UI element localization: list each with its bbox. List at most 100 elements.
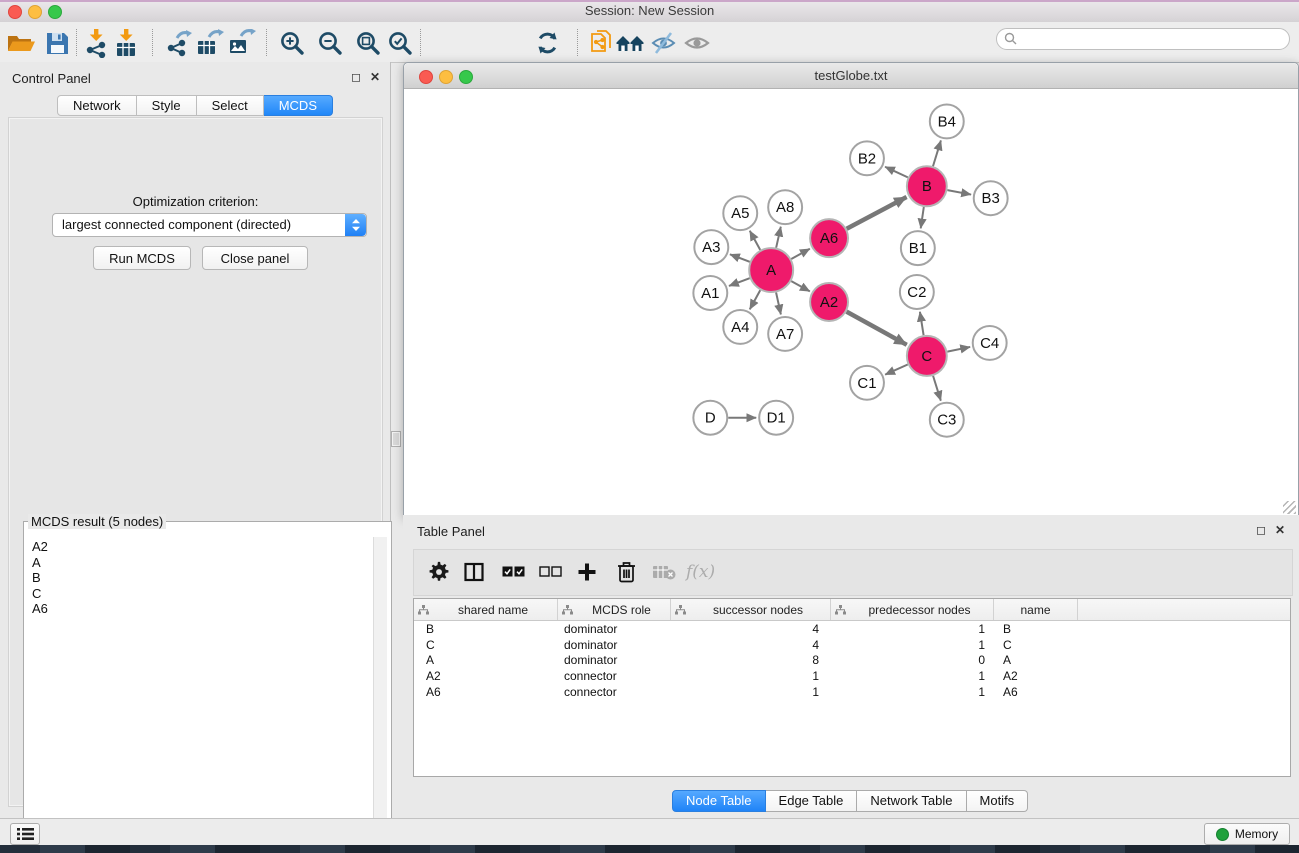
gear-icon[interactable]	[428, 559, 450, 585]
table-row[interactable]: Bdominator41B	[414, 621, 1290, 637]
node-A7[interactable]: A7	[768, 317, 802, 351]
node-A5[interactable]: A5	[723, 196, 757, 230]
edge-A-A1[interactable]	[729, 278, 750, 286]
delete-column-icon[interactable]	[617, 559, 636, 585]
mcds-result-item[interactable]: C	[32, 586, 374, 602]
first-neighbors-icon[interactable]	[616, 28, 644, 58]
node-B2[interactable]: B2	[850, 141, 884, 175]
node-B1[interactable]: B1	[901, 231, 935, 265]
zoom-selected-icon[interactable]	[387, 28, 413, 58]
node-C1[interactable]: C1	[850, 366, 884, 400]
cell-successor-nodes[interactable]: 8	[671, 653, 831, 667]
tab-network-table[interactable]: Network Table	[857, 790, 966, 812]
tab-motifs[interactable]: Motifs	[967, 790, 1029, 812]
zoom-in-icon[interactable]	[279, 28, 305, 58]
cell-successor-nodes[interactable]: 4	[671, 622, 831, 636]
node-C4[interactable]: C4	[973, 326, 1007, 360]
import-table-icon[interactable]	[114, 28, 138, 58]
close-panel-button[interactable]: Close panel	[202, 246, 308, 270]
run-mcds-button[interactable]: Run MCDS	[93, 246, 191, 270]
tab-select[interactable]: Select	[197, 95, 264, 116]
select-all-columns-icon[interactable]	[502, 559, 525, 585]
node-A8[interactable]: A8	[768, 190, 802, 224]
node-D1[interactable]: D1	[759, 401, 793, 435]
cell-predecessor-nodes[interactable]: 1	[831, 669, 994, 683]
column-header-MCDS-role[interactable]: MCDS role	[558, 599, 671, 620]
cell-MCDS-role[interactable]: connector	[558, 685, 671, 699]
cell-successor-nodes[interactable]: 1	[671, 685, 831, 699]
column-header-successor-nodes[interactable]: successor nodes	[671, 599, 831, 620]
edge-C-C1[interactable]	[885, 364, 908, 374]
hide-selected-icon[interactable]	[651, 28, 676, 58]
float-table-panel-icon[interactable]: ◻	[1256, 524, 1266, 536]
refresh-layout-icon[interactable]	[535, 28, 560, 58]
node-B3[interactable]: B3	[974, 181, 1008, 215]
network-window-titlebar[interactable]: testGlobe.txt	[404, 63, 1298, 89]
add-column-icon[interactable]	[577, 559, 597, 585]
delete-table-icon[interactable]	[652, 559, 676, 585]
cell-name[interactable]: B	[994, 622, 1078, 636]
node-A[interactable]: A	[749, 248, 793, 292]
tab-edge-table[interactable]: Edge Table	[766, 790, 858, 812]
search-input[interactable]	[1021, 30, 1283, 48]
node-C2[interactable]: C2	[900, 275, 934, 309]
node-C[interactable]: C	[907, 336, 947, 376]
node-A4[interactable]: A4	[723, 310, 757, 344]
edge-B-B3[interactable]	[947, 190, 971, 194]
edge-A-A2[interactable]	[791, 281, 810, 291]
cell-name[interactable]: C	[994, 638, 1078, 652]
import-network-icon[interactable]	[84, 28, 108, 58]
mcds-result-item[interactable]: A	[32, 555, 374, 571]
network-canvas[interactable]: B4B2BB3B1A5A8A6A3AA1A2C2A4A7C4CC1C3DD1	[405, 89, 1296, 514]
cell-MCDS-role[interactable]: dominator	[558, 653, 671, 667]
edge-A-A8[interactable]	[776, 227, 781, 248]
edge-C-C4[interactable]	[947, 347, 970, 352]
task-history-button[interactable]	[10, 823, 40, 845]
cell-shared-name[interactable]: A6	[414, 685, 558, 699]
edge-A-A5[interactable]	[750, 231, 760, 250]
cell-MCDS-role[interactable]: dominator	[558, 622, 671, 636]
cell-predecessor-nodes[interactable]: 1	[831, 685, 994, 699]
column-icon[interactable]	[464, 559, 484, 585]
edge-B-B1[interactable]	[921, 207, 924, 228]
node-C3[interactable]: C3	[930, 403, 964, 437]
edge-A-A3[interactable]	[730, 254, 750, 262]
search-field[interactable]	[996, 28, 1290, 50]
edge-A-A7[interactable]	[776, 292, 781, 314]
tab-mcds[interactable]: MCDS	[264, 95, 333, 116]
close-panel-icon[interactable]: ✕	[370, 71, 380, 83]
edge-A-A4[interactable]	[750, 290, 760, 309]
cell-shared-name[interactable]: B	[414, 622, 558, 636]
node-A3[interactable]: A3	[694, 230, 728, 264]
edge-B-B4[interactable]	[933, 140, 941, 166]
network-from-file-icon[interactable]	[589, 28, 614, 58]
open-file-icon[interactable]	[5, 28, 37, 58]
optimization-criterion-dropdown[interactable]: largest connected component (directed)	[52, 213, 367, 237]
zoom-out-icon[interactable]	[317, 28, 343, 58]
column-header-name[interactable]: name	[994, 599, 1078, 620]
column-header-predecessor-nodes[interactable]: predecessor nodes	[831, 599, 994, 620]
node-A6[interactable]: A6	[810, 219, 848, 257]
function-builder-icon[interactable]: f(x)	[686, 559, 715, 585]
edge-A6-B[interactable]	[847, 197, 907, 229]
edge-A2-C[interactable]	[847, 312, 907, 345]
tab-node-table[interactable]: Node Table	[672, 790, 766, 812]
show-hidden-icon[interactable]	[684, 28, 710, 58]
edge-C-C3[interactable]	[933, 376, 941, 401]
cell-name[interactable]: A6	[994, 685, 1078, 699]
mcds-result-item[interactable]: B	[32, 570, 374, 586]
cell-shared-name[interactable]: C	[414, 638, 558, 652]
cell-name[interactable]: A	[994, 653, 1078, 667]
export-network-icon[interactable]	[165, 28, 193, 58]
window-resize-grip[interactable]	[1283, 501, 1296, 514]
table-row[interactable]: A6connector11A6	[414, 684, 1290, 700]
network-graph[interactable]: B4B2BB3B1A5A8A6A3AA1A2C2A4A7C4CC1C3DD1	[405, 89, 1296, 514]
cell-successor-nodes[interactable]: 4	[671, 638, 831, 652]
mcds-result-list[interactable]: A2ABCA6	[28, 537, 374, 850]
export-image-icon[interactable]	[228, 28, 256, 58]
node-B4[interactable]: B4	[930, 104, 964, 138]
cell-name[interactable]: A2	[994, 669, 1078, 683]
zoom-fit-icon[interactable]	[355, 28, 381, 58]
edge-B-B2[interactable]	[885, 167, 908, 178]
node-A1[interactable]: A1	[693, 276, 727, 310]
